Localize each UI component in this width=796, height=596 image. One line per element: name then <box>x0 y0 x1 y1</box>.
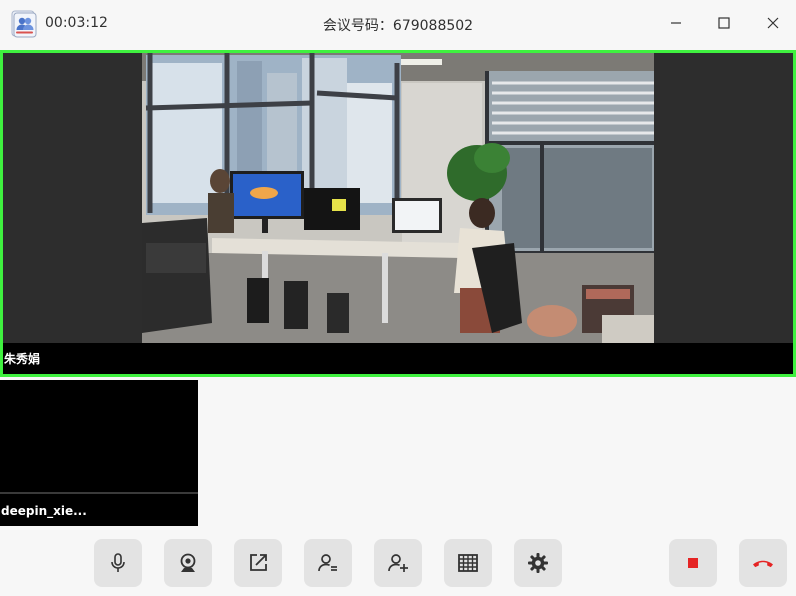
close-icon <box>767 17 779 29</box>
meeting-window: 00:03:12 会议号码：679088502 朱秀娟 deepin_xie..… <box>0 0 796 596</box>
hang-up-button[interactable] <box>739 539 787 587</box>
maximize-icon <box>718 17 730 29</box>
settings-button[interactable] <box>514 539 562 587</box>
add-participant-button[interactable] <box>374 539 422 587</box>
minimize-button[interactable] <box>660 8 692 38</box>
main-video-panel[interactable]: 朱秀娟 <box>0 50 796 377</box>
title-bar: 00:03:12 会议号码：679088502 <box>0 0 796 46</box>
participant-thumbnail[interactable]: deepin_xie... <box>0 380 198 526</box>
office-camera-feed <box>142 53 654 343</box>
share-screen-button[interactable] <box>234 539 282 587</box>
maximize-button[interactable] <box>708 8 740 38</box>
participants-button[interactable] <box>304 539 352 587</box>
mute-button[interactable] <box>94 539 142 587</box>
participants-icon <box>318 554 337 572</box>
camera-button[interactable] <box>164 539 212 587</box>
main-participant-name: 朱秀娟 <box>4 352 41 366</box>
hang-up-icon <box>753 560 773 568</box>
thumbnail-participant-name: deepin_xie... <box>1 504 87 518</box>
stop-recording-icon <box>688 558 698 568</box>
settings-icon <box>528 553 548 573</box>
grid-layout-icon <box>458 554 478 572</box>
camera-icon <box>180 553 196 572</box>
add-participant-icon <box>388 554 408 572</box>
thumbnail-video <box>0 380 198 494</box>
layout-button[interactable] <box>444 539 492 587</box>
main-participant-name-bar: 朱秀娟 <box>3 343 793 374</box>
close-button[interactable] <box>757 8 789 38</box>
minimize-icon <box>671 22 681 24</box>
stop-recording-button[interactable] <box>669 539 717 587</box>
microphone-icon <box>111 553 125 572</box>
share-screen-icon <box>250 554 267 571</box>
